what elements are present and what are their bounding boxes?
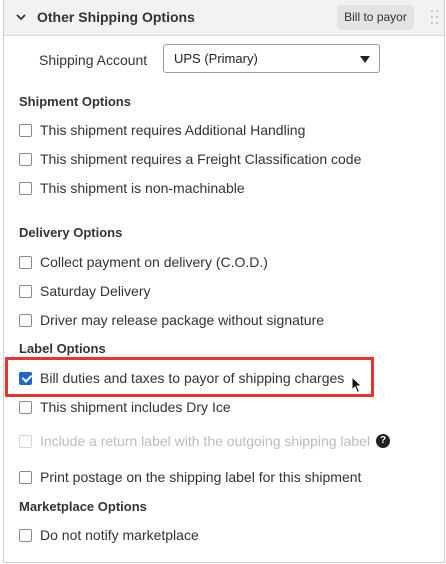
checkbox[interactable] <box>19 123 32 137</box>
option-label: Do not notify marketplace <box>40 527 199 543</box>
shipping-account-value: UPS (Primary) <box>174 51 258 66</box>
panel-title: Other Shipping Options <box>37 9 195 25</box>
highlight-annotation-box <box>5 357 374 397</box>
option-cod[interactable]: Collect payment on delivery (C.O.D.) <box>19 253 268 271</box>
option-return-label: Include a return label with the outgoing… <box>19 432 391 450</box>
label-options-title: Label Options <box>19 341 106 356</box>
panel-header[interactable]: Other Shipping Options Bill to payor <box>4 0 444 36</box>
chevron-down-icon[interactable] <box>15 11 27 23</box>
option-dry-ice[interactable]: This shipment includes Dry Ice <box>19 398 231 416</box>
help-icon[interactable]: ? <box>376 434 391 448</box>
option-freight-classification[interactable]: This shipment requires a Freight Classif… <box>19 150 361 168</box>
option-additional-handling[interactable]: This shipment requires Additional Handli… <box>19 121 305 139</box>
checkbox[interactable] <box>19 313 32 327</box>
option-release-without-signature[interactable]: Driver may release package without signa… <box>19 311 324 329</box>
checkbox[interactable] <box>19 400 32 414</box>
checkbox-disabled <box>19 434 32 448</box>
bill-to-payor-button[interactable]: Bill to payor <box>337 5 414 30</box>
drag-handle-icon[interactable] <box>431 10 439 26</box>
checkbox[interactable] <box>19 255 32 269</box>
option-label: Include a return label with the outgoing… <box>40 433 371 449</box>
checkbox[interactable] <box>19 528 32 542</box>
shipping-account-label: Shipping Account <box>39 52 148 68</box>
dropdown-caret-icon <box>360 56 370 63</box>
option-label: This shipment requires Additional Handli… <box>40 122 306 138</box>
checkbox[interactable] <box>19 470 32 484</box>
other-shipping-options-panel: Other Shipping Options Bill to payor Shi… <box>3 0 445 563</box>
option-label: This shipment includes Dry Ice <box>40 399 231 415</box>
delivery-options-title: Delivery Options <box>19 225 123 240</box>
option-label: This shipment is non-machinable <box>40 180 245 196</box>
shipping-account-select[interactable]: UPS (Primary) <box>163 44 380 73</box>
option-label: Print postage on the shipping label for … <box>40 469 362 485</box>
checkbox[interactable] <box>19 181 32 195</box>
marketplace-options-title: Marketplace Options <box>19 499 147 514</box>
option-label: Collect payment on delivery (C.O.D.) <box>40 254 268 270</box>
option-non-machinable[interactable]: This shipment is non-machinable <box>19 179 245 197</box>
option-do-not-notify-marketplace[interactable]: Do not notify marketplace <box>19 526 199 544</box>
option-label: Saturday Delivery <box>40 283 151 299</box>
option-label: Driver may release package without signa… <box>40 312 325 328</box>
mouse-cursor-icon <box>351 376 363 394</box>
option-saturday-delivery[interactable]: Saturday Delivery <box>19 282 151 300</box>
checkbox[interactable] <box>19 284 32 298</box>
option-print-postage[interactable]: Print postage on the shipping label for … <box>19 468 361 486</box>
checkbox[interactable] <box>19 152 32 166</box>
option-label: This shipment requires a Freight Classif… <box>40 151 362 167</box>
shipment-options-title: Shipment Options <box>19 94 131 109</box>
